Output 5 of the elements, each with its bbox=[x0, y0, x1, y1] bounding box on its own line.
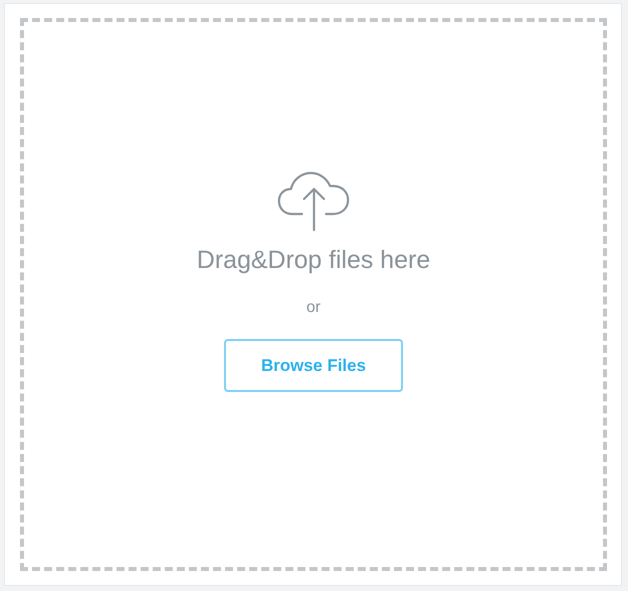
cloud-upload-icon bbox=[276, 170, 352, 232]
drop-prompt: Drag&Drop files here bbox=[196, 246, 430, 275]
browse-files-button[interactable]: Browse Files bbox=[224, 339, 403, 392]
separator-text: or bbox=[306, 299, 321, 317]
drop-zone[interactable]: Drag&Drop files here or Browse Files bbox=[20, 18, 607, 571]
